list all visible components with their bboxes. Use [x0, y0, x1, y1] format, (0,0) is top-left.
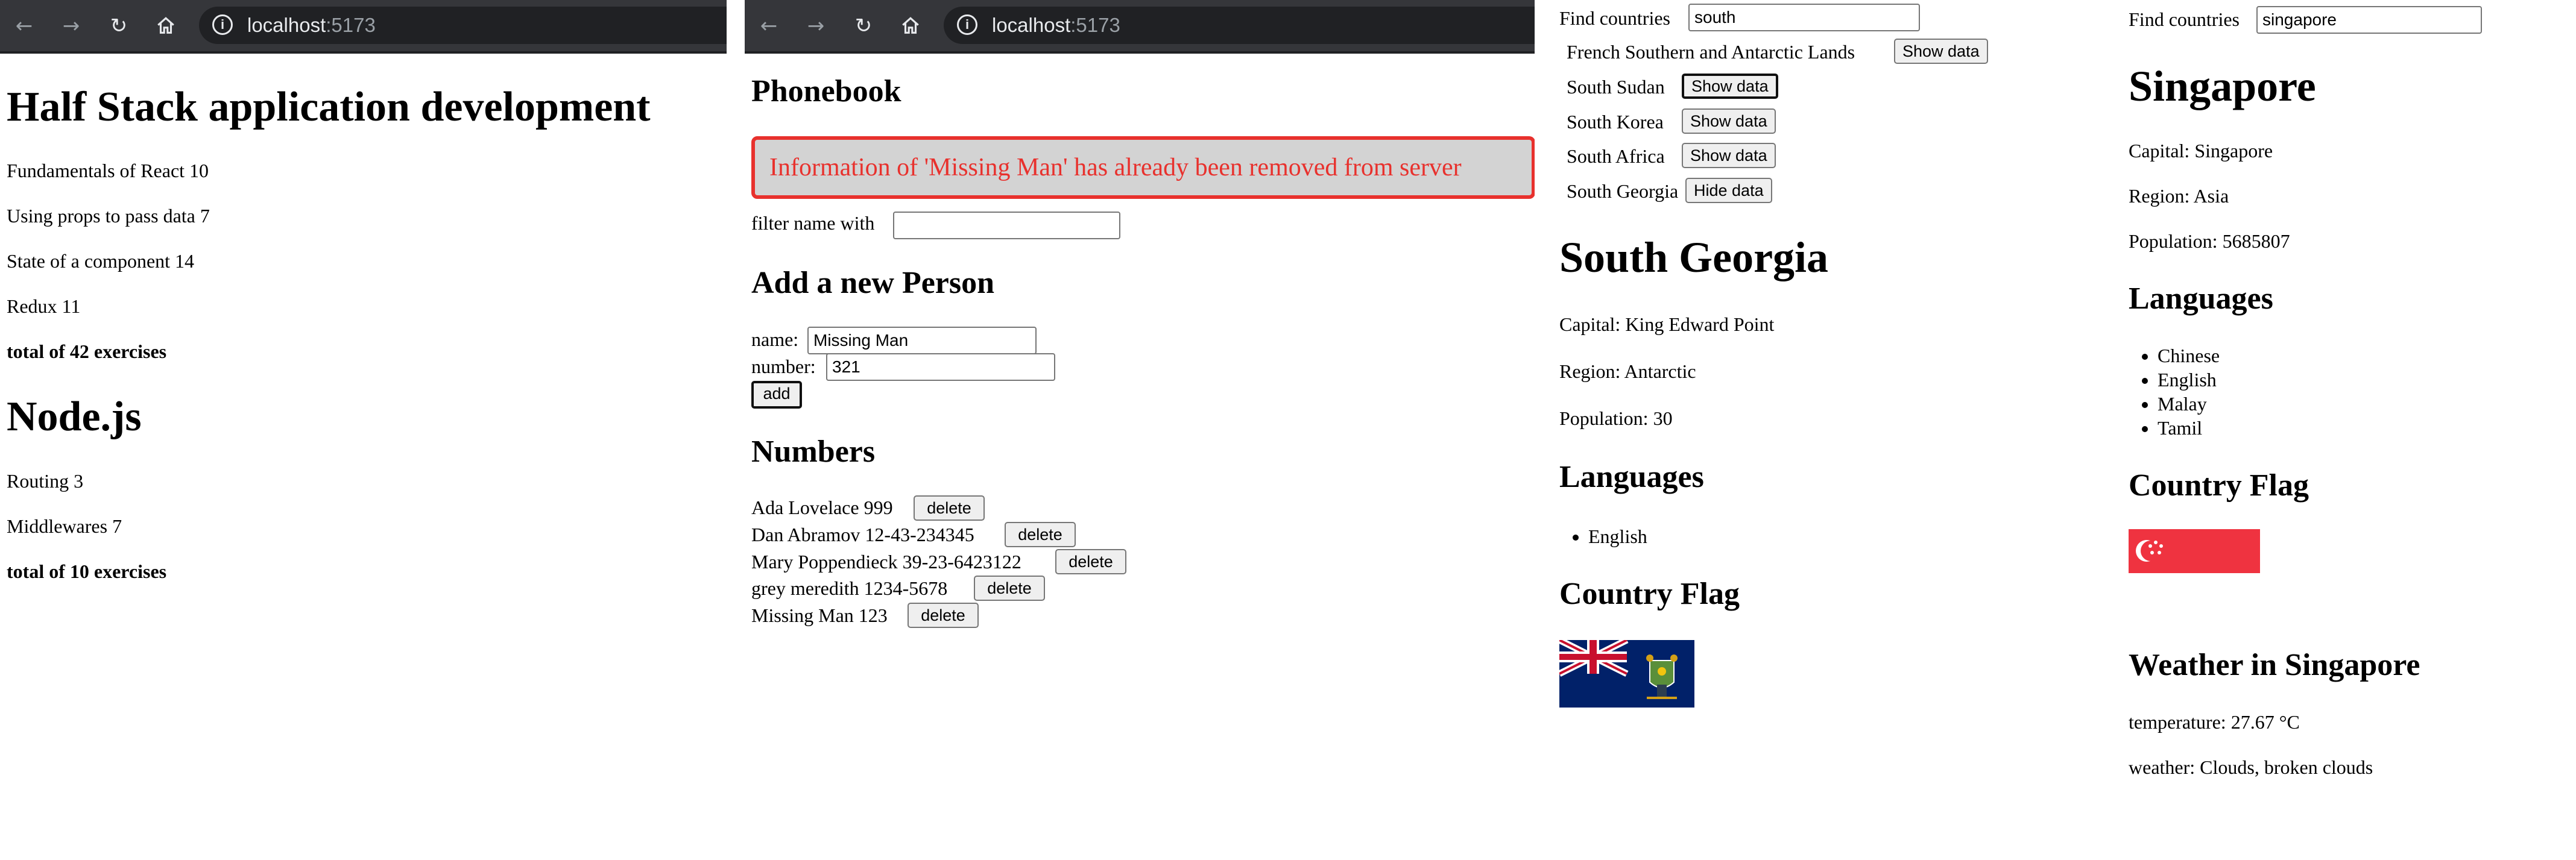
courses-window: ← → ↻ i localhost:5173 Half Stack applic… — [0, 0, 727, 860]
browser-toolbar: ← → ↻ i localhost:5173 — [745, 0, 1535, 54]
info-icon[interactable]: i — [212, 14, 233, 35]
error-notification: Information of 'Missing Man' has already… — [751, 136, 1535, 199]
language-item: English — [2158, 368, 2220, 392]
flag-title: Country Flag — [1559, 577, 1740, 611]
course-part: Using props to pass data 7 — [7, 205, 210, 227]
course-title: Node.js — [7, 394, 142, 440]
number-label: number: — [751, 356, 816, 377]
filter-label: filter name with — [751, 212, 875, 234]
delete-button[interactable]: delete — [908, 603, 979, 628]
course-part: Fundamentals of React 10 — [7, 160, 209, 181]
delete-button[interactable]: delete — [1005, 522, 1076, 547]
arrow-right-icon[interactable]: → — [803, 13, 829, 39]
browser-toolbar: ← → ↻ i localhost:5173 — [0, 0, 727, 54]
info-icon[interactable]: i — [957, 14, 977, 35]
countries-singapore-window: Find countries singapore Singapore Capit… — [2117, 0, 2576, 860]
country-capital: Capital: Singapore — [2129, 140, 2273, 162]
address-bar[interactable]: i localhost:5173 — [944, 7, 1535, 44]
add-button[interactable]: add — [751, 381, 802, 409]
country-population: Population: 5685807 — [2129, 230, 2290, 252]
find-countries-label: Find countries — [1559, 7, 1670, 29]
south-georgia-flag-icon — [1558, 637, 1694, 708]
singapore-flag-icon — [2129, 529, 2260, 573]
page-title: Half Stack application development — [7, 84, 651, 130]
add-person-title: Add a new Person — [751, 266, 995, 300]
language-item: Malay — [2158, 392, 2220, 416]
country-population: Population: 30 — [1559, 407, 1673, 429]
weather-description: weather: Clouds, broken clouds — [2129, 756, 2373, 778]
reload-icon[interactable]: ↻ — [850, 13, 877, 39]
country-name: Singapore — [2129, 62, 2316, 110]
course-part: Redux 11 — [7, 295, 81, 317]
show-data-button[interactable]: Show data — [1894, 39, 1988, 64]
course-part: Routing 3 — [7, 470, 84, 492]
languages-title: Languages — [2129, 281, 2273, 316]
delete-button[interactable]: delete — [1055, 549, 1126, 574]
person-entry: Dan Abramov 12-43-234345 — [751, 524, 974, 545]
person-entry: Mary Poppendieck 39-23-6423122 — [751, 551, 1021, 573]
arrow-left-icon[interactable]: ← — [11, 13, 37, 39]
person-entry: grey meredith 1234-5678 — [751, 577, 948, 599]
find-countries-input[interactable]: south — [1688, 4, 1920, 31]
exercises-total: total of 42 exercises — [7, 341, 167, 362]
hide-data-button[interactable]: Hide data — [1685, 178, 1772, 203]
country-result-name: South Georgia — [1567, 180, 1679, 202]
languages-title: Languages — [1559, 460, 1704, 494]
person-entry: Missing Man 123 — [751, 604, 888, 626]
language-item: Tamil — [2158, 416, 2220, 440]
name-input[interactable]: Missing Man — [807, 327, 1037, 354]
course-part: Middlewares 7 — [7, 515, 122, 537]
languages-list: Chinese English Malay Tamil — [2129, 344, 2220, 440]
show-data-button[interactable]: Show data — [1682, 143, 1776, 168]
home-icon[interactable] — [153, 13, 179, 39]
filter-input[interactable] — [893, 212, 1120, 239]
countries-south-window: Find countries south French Southern and… — [1535, 0, 2117, 860]
numbers-title: Numbers — [751, 435, 876, 469]
name-label: name: — [751, 328, 799, 350]
delete-button[interactable]: delete — [914, 495, 985, 521]
delete-button[interactable]: delete — [974, 576, 1045, 601]
url-host: localhost — [992, 14, 1071, 36]
weather-title: Weather in Singapore — [2129, 648, 2420, 682]
url-port: :5173 — [1070, 14, 1120, 36]
language-item: Chinese — [2158, 344, 2220, 368]
find-countries-label: Find countries — [2129, 8, 2240, 30]
url-host: localhost — [247, 14, 326, 36]
country-result-name: South Sudan — [1567, 76, 1665, 98]
country-region: Region: Antarctic — [1559, 360, 1696, 382]
show-data-button[interactable]: Show data — [1682, 108, 1776, 134]
exercises-total: total of 10 exercises — [7, 560, 167, 582]
url-port: :5173 — [326, 14, 376, 36]
find-countries-input[interactable]: singapore — [2256, 6, 2482, 34]
flag-title: Country Flag — [2129, 468, 2309, 503]
language-item: English — [1588, 526, 1647, 548]
course-part: State of a component 14 — [7, 250, 195, 272]
languages-list: English — [1559, 526, 1647, 548]
number-input[interactable]: 321 — [826, 353, 1055, 381]
country-result-name: French Southern and Antarctic Lands — [1567, 41, 1855, 63]
show-data-button[interactable]: Show data — [1682, 74, 1778, 99]
person-entry: Ada Lovelace 999 — [751, 497, 893, 518]
phonebook-title: Phonebook — [751, 74, 901, 108]
country-name: South Georgia — [1559, 233, 1829, 281]
home-icon[interactable] — [897, 13, 924, 39]
country-region: Region: Asia — [2129, 185, 2229, 207]
weather-temperature: temperature: 27.67 °C — [2129, 711, 2300, 733]
country-capital: Capital: King Edward Point — [1559, 313, 1775, 335]
reload-icon[interactable]: ↻ — [106, 13, 132, 39]
country-result-name: South Korea — [1567, 111, 1664, 133]
arrow-left-icon[interactable]: ← — [756, 13, 782, 39]
phonebook-window: ← → ↻ i localhost:5173 — [745, 0, 1535, 860]
address-bar[interactable]: i localhost:5173 — [199, 7, 727, 44]
country-result-name: South Africa — [1567, 145, 1665, 167]
arrow-right-icon[interactable]: → — [58, 13, 84, 39]
